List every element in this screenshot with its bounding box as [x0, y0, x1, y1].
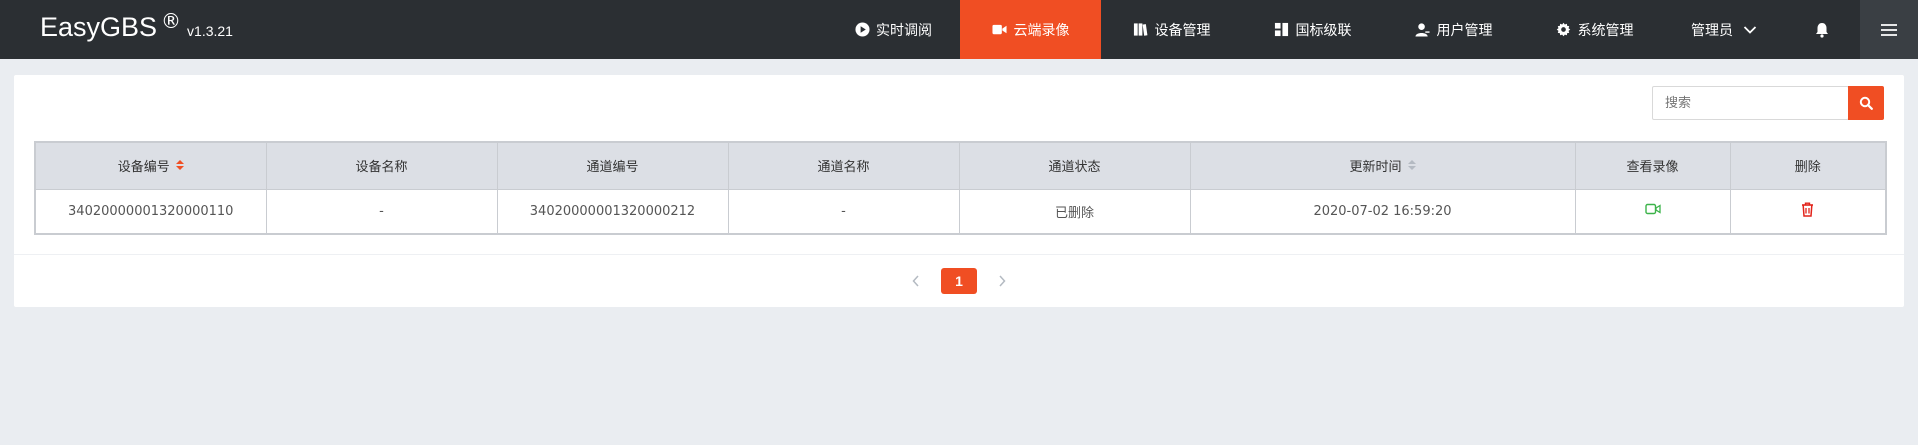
hamburger-icon: [1880, 23, 1898, 37]
bell-icon: [1814, 22, 1830, 38]
nav-item-label: 实时调阅: [876, 22, 932, 39]
cascade-icon: [1274, 22, 1290, 38]
chevron-right-icon: [998, 275, 1006, 287]
chevron-down-icon: [1743, 25, 1757, 35]
sort-active-icon: [175, 159, 184, 172]
book-icon: [1133, 22, 1149, 38]
trash-icon[interactable]: [1801, 202, 1814, 217]
column-header-device-id[interactable]: 设备编号: [34, 141, 267, 190]
nav-item-label: 系统管理: [1577, 22, 1634, 39]
video-camera-icon: [992, 22, 1008, 38]
top-navbar: EasyGBS ® v1.3.21 实时调阅 云端录像 设备管理 国标级联 用户…: [0, 0, 1918, 59]
pagination-next-button[interactable]: [990, 271, 1014, 291]
nav-item-label: 国标级联: [1295, 22, 1352, 39]
gear-icon: [1556, 22, 1572, 38]
column-header-device-name: 设备名称: [265, 141, 498, 190]
brand-name: EasyGBS: [40, 12, 158, 42]
table-row: 34020000001320000110 - 34020000001320000…: [34, 188, 1887, 235]
brand-registered-mark: ®: [161, 9, 182, 33]
pagination-prev-button[interactable]: [904, 271, 928, 291]
brand-version: v1.3.21: [187, 23, 233, 39]
cell-device-name: -: [265, 188, 498, 235]
nav-item-gb-cascade[interactable]: 国标级联: [1242, 0, 1383, 59]
nav-item-cloud-recording[interactable]: 云端录像: [960, 0, 1101, 59]
nav-item-user-management[interactable]: 用户管理: [1383, 0, 1524, 59]
column-header-delete: 删除: [1729, 141, 1887, 190]
cell-channel-name: -: [727, 188, 960, 235]
column-header-channel-id: 通道编号: [496, 141, 729, 190]
brand-logo[interactable]: EasyGBS ® v1.3.21: [40, 9, 233, 43]
cell-channel-id: 34020000001320000212: [496, 188, 729, 235]
nav-item-label: 云端录像: [1013, 22, 1070, 39]
column-header-updated-at[interactable]: 更新时间: [1189, 141, 1576, 190]
sort-icon: [1407, 159, 1416, 172]
play-circle-icon: [854, 22, 870, 38]
hamburger-menu[interactable]: [1860, 0, 1918, 59]
search-button[interactable]: [1848, 86, 1884, 120]
pagination-divider: [14, 254, 1904, 255]
view-recording-icon[interactable]: [1644, 203, 1661, 215]
nav-item-device-management[interactable]: 设备管理: [1101, 0, 1242, 59]
search-input[interactable]: [1652, 86, 1849, 120]
cell-device-id: 34020000001320000110: [34, 188, 267, 235]
cell-updated-at: 2020-07-02 16:59:20: [1189, 188, 1576, 235]
column-header-channel-status: 通道状态: [958, 141, 1191, 190]
table-header-row: 设备编号 设备名称 通道编号 通道名称 通道状态 更新时间 查看录像 删除: [34, 141, 1887, 190]
nav-item-label: 设备管理: [1154, 22, 1211, 39]
notification-bell[interactable]: [1800, 0, 1844, 59]
user-icon: [1415, 22, 1431, 38]
chevron-left-icon: [912, 275, 920, 287]
cell-view-recording: [1574, 188, 1731, 235]
user-menu-label: 管理员: [1691, 22, 1733, 39]
nav-item-label: 用户管理: [1436, 22, 1493, 39]
recording-table: 设备编号 设备名称 通道编号 通道名称 通道状态 更新时间 查看录像 删除 34…: [34, 141, 1887, 235]
cell-channel-status: 已删除: [958, 188, 1191, 235]
column-header-channel-name: 通道名称: [727, 141, 960, 190]
nav-item-system-management[interactable]: 系统管理: [1524, 0, 1665, 59]
user-menu[interactable]: 管理员: [1674, 0, 1774, 59]
pagination-page-current[interactable]: 1: [941, 268, 977, 294]
nav-item-live[interactable]: 实时调阅: [826, 0, 960, 59]
column-header-view-recording: 查看录像: [1574, 141, 1731, 190]
search-icon: [1859, 96, 1873, 110]
cell-delete: [1729, 188, 1887, 235]
